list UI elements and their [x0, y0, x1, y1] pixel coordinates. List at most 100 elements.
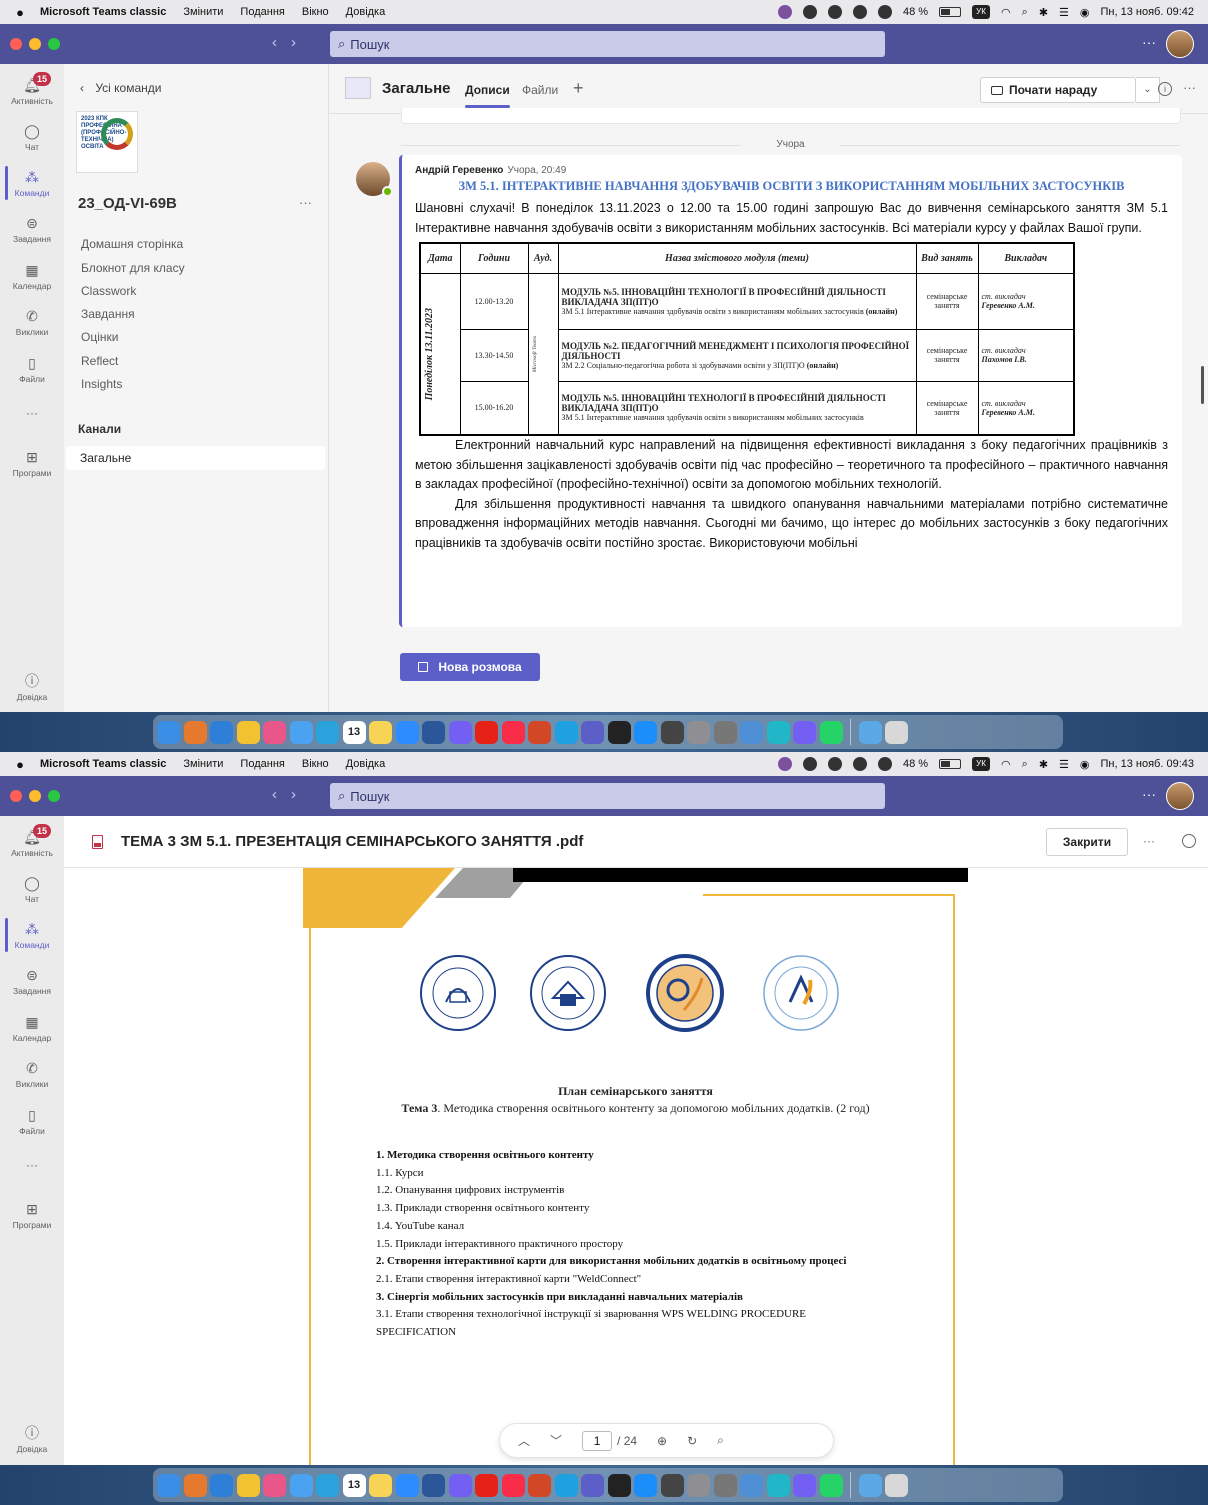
music-icon[interactable]: [501, 720, 525, 744]
user-avatar[interactable]: [1166, 782, 1194, 810]
calculator-icon[interactable]: [660, 720, 684, 744]
finder-icon[interactable]: [157, 1473, 180, 1497]
rail-teams[interactable]: ⁂ Команди: [0, 918, 64, 952]
trash-icon[interactable]: [885, 720, 908, 744]
menu-help[interactable]: Довідка: [346, 758, 386, 770]
history-nav-arrows[interactable]: ‹›: [272, 34, 310, 51]
apple-menu-icon[interactable]: ●: [0, 757, 40, 772]
menu-help[interactable]: Довідка: [346, 6, 386, 18]
chatgpt-icon[interactable]: [607, 1473, 631, 1497]
zoom-icon[interactable]: [395, 1473, 419, 1497]
rail-more[interactable]: ···: [0, 406, 64, 420]
calendar-app-icon[interactable]: 13: [342, 720, 366, 744]
sky-icon[interactable]: [554, 720, 578, 744]
rail-apps[interactable]: ⊞ Програми: [0, 448, 64, 478]
previous-page-chevron-up-icon[interactable]: ︿: [518, 1432, 530, 1449]
team-link-home[interactable]: Домашня сторінка: [81, 237, 183, 251]
downloads-folder-icon[interactable]: [858, 720, 882, 744]
viber-icon[interactable]: [448, 1473, 472, 1497]
app-store-icon[interactable]: [634, 720, 657, 744]
teams-app-icon[interactable]: [581, 1473, 604, 1497]
preview-icon[interactable]: [740, 720, 763, 744]
viber-status-icon[interactable]: [777, 757, 792, 771]
minimize-window-button[interactable]: [29, 38, 41, 50]
rail-assignments[interactable]: ⊜ Завдання: [0, 966, 64, 996]
keyboard-layout[interactable]: УК: [972, 757, 991, 771]
printer-icon[interactable]: [713, 1473, 737, 1497]
clock[interactable]: Пн, 13 нояб. 09:42: [1101, 6, 1194, 18]
menu-app-name[interactable]: Microsoft Teams classic: [40, 6, 166, 18]
rail-calls[interactable]: ✆ Виклики: [0, 307, 64, 337]
rail-chat[interactable]: ◯ Чат: [0, 874, 64, 904]
launchpad-icon[interactable]: [183, 1473, 207, 1497]
wifi-icon[interactable]: ◠: [1001, 758, 1011, 771]
rail-calendar[interactable]: ▦ Календар: [0, 261, 64, 291]
screen-share-status-icon[interactable]: [802, 757, 817, 771]
close-window-button[interactable]: [10, 38, 22, 50]
settings-icon[interactable]: [687, 720, 710, 744]
new-conversation-button[interactable]: Нова розмова: [400, 653, 540, 681]
mail-icon[interactable]: [289, 1473, 313, 1497]
channel-general[interactable]: Загальне: [66, 446, 325, 470]
rail-activity[interactable]: 🔔︎ 15 Активність: [0, 824, 64, 858]
chatgpt-icon[interactable]: [607, 720, 631, 744]
trash-icon[interactable]: [885, 1473, 908, 1497]
mail-icon[interactable]: [289, 720, 313, 744]
cloud-status-icon[interactable]: [877, 5, 892, 19]
rail-files[interactable]: ▯ Файли: [0, 354, 64, 384]
search-input[interactable]: ⌕ Пошук: [330, 31, 885, 57]
telegram-icon[interactable]: [316, 1473, 339, 1497]
close-document-button[interactable]: Закрити: [1046, 828, 1128, 856]
word-icon[interactable]: [422, 720, 445, 744]
chrome-icon[interactable]: [236, 720, 260, 744]
team-link-insights[interactable]: Insights: [81, 377, 122, 391]
close-window-button[interactable]: [10, 790, 22, 802]
settings-icon[interactable]: [687, 1473, 710, 1497]
titlebar-more-button[interactable]: ···: [1142, 34, 1156, 50]
rail-activity[interactable]: 🔔︎ 15 Активність: [0, 72, 64, 106]
notes-icon[interactable]: [369, 720, 392, 744]
zoom-icon[interactable]: [395, 720, 419, 744]
preview-icon[interactable]: [740, 1473, 763, 1497]
team-link-classwork[interactable]: Classwork: [81, 284, 136, 298]
info-icon[interactable]: i: [1158, 82, 1172, 96]
team-link-reflect[interactable]: Reflect: [81, 354, 118, 368]
document-more-button[interactable]: ···: [1143, 834, 1155, 848]
history-nav-arrows[interactable]: ‹›: [272, 786, 310, 803]
rotate-icon[interactable]: ↻: [687, 1434, 697, 1448]
keyboard-layout[interactable]: УК: [972, 5, 991, 19]
pdf-viewer[interactable]: План семінарського заняття Тема 3. Метод…: [64, 868, 1208, 1468]
powerpoint-icon[interactable]: [528, 720, 551, 744]
app-store-icon[interactable]: [634, 1473, 657, 1497]
titlebar-more-button[interactable]: ···: [1142, 786, 1156, 802]
word-icon[interactable]: [422, 1473, 445, 1497]
rail-help[interactable]: ⓘ Довідка: [0, 1424, 64, 1454]
downloads-folder-icon[interactable]: [858, 1473, 882, 1497]
bluetooth-icon[interactable]: ✱: [1039, 758, 1048, 771]
channel-more-button[interactable]: ···: [1183, 80, 1196, 95]
scrollbar-thumb[interactable]: [1201, 366, 1204, 404]
search-document-icon[interactable]: ⌕: [717, 1433, 724, 1448]
security-status-icon[interactable]: [852, 5, 867, 19]
whatsapp-icon[interactable]: [819, 1473, 843, 1497]
rail-chat[interactable]: ◯ Чат: [0, 122, 64, 152]
printer-icon[interactable]: [713, 720, 737, 744]
conversation-icon[interactable]: [1182, 834, 1196, 848]
viber-alt-icon[interactable]: [793, 1473, 816, 1497]
photos-icon[interactable]: [263, 720, 286, 744]
battery-icon[interactable]: [939, 759, 962, 769]
post-author[interactable]: Андрій Геревенко: [415, 165, 503, 176]
team-link-grades[interactable]: Оцінки: [81, 330, 118, 344]
team-link-assignments[interactable]: Завдання: [81, 307, 135, 321]
menu-view[interactable]: Подання: [240, 758, 284, 770]
calendar-app-icon[interactable]: 13: [342, 1473, 366, 1497]
vpn-shield-icon[interactable]: [827, 5, 842, 19]
team-more-button[interactable]: ···: [299, 195, 312, 210]
apple-menu-icon[interactable]: ●: [0, 5, 40, 20]
clock[interactable]: Пн, 13 нояб. 09:43: [1101, 758, 1194, 770]
zoom-in-icon[interactable]: ⊕: [657, 1434, 667, 1448]
tab-files[interactable]: Файли: [522, 83, 558, 97]
youtube-icon[interactable]: [475, 1473, 498, 1497]
team-link-notebook[interactable]: Блокнот для класу: [81, 261, 185, 275]
telegram-icon[interactable]: [316, 720, 339, 744]
